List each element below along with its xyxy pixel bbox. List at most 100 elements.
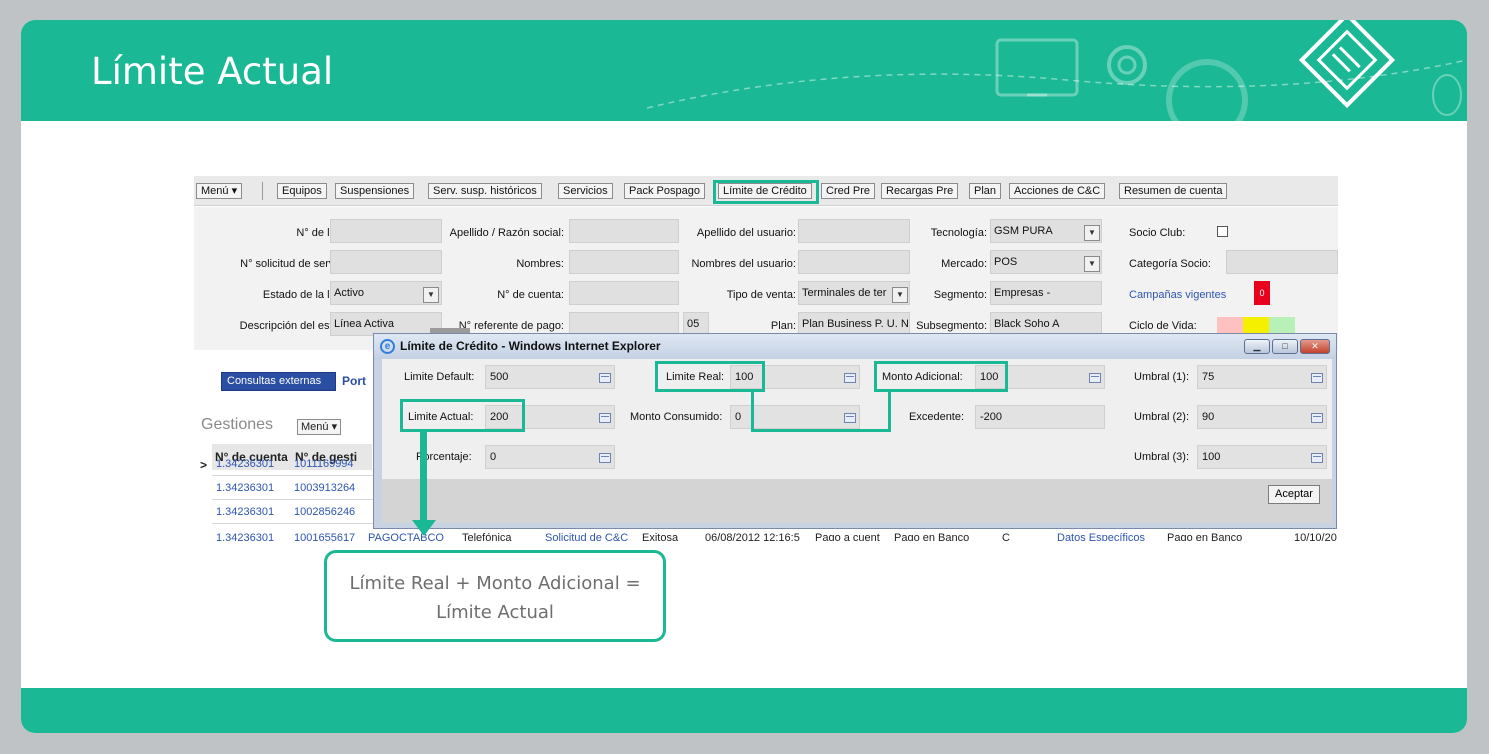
tab-plan[interactable]: Plan bbox=[969, 183, 1002, 199]
nro-cuenta-field[interactable] bbox=[569, 281, 679, 305]
formula-callout: Límite Real + Monto Adicional = Límite A… bbox=[324, 550, 666, 642]
connector-line bbox=[888, 390, 891, 432]
mercado-label: Mercado: bbox=[941, 258, 987, 270]
ciclo-vida-red bbox=[1217, 317, 1243, 333]
socio-club-label: Socio Club: bbox=[1129, 227, 1186, 239]
categoria-socio-label: Categoría Socio: bbox=[1129, 258, 1211, 270]
cell-estado: Exitosa bbox=[642, 532, 679, 541]
plan-label: Plan: bbox=[770, 320, 796, 332]
tab-acciones-cc[interactable]: Acciones de C&C bbox=[1009, 183, 1106, 199]
connector-line bbox=[751, 429, 891, 432]
umbral1-field[interactable]: 75 bbox=[1197, 365, 1327, 389]
tab-equipos[interactable]: Equipos bbox=[277, 183, 327, 199]
cell-c: C bbox=[1002, 532, 1010, 541]
nro-solicitud-field[interactable] bbox=[330, 250, 442, 274]
monto-consumido-label: Monto Consumido: bbox=[630, 411, 723, 423]
dialog-title: Límite de Crédito - Windows Internet Exp… bbox=[400, 339, 661, 353]
tab-recargas-pre[interactable]: Recargas Pre bbox=[881, 183, 959, 199]
tab-resumen-de-cuenta[interactable]: Resumen de cuenta bbox=[1119, 183, 1228, 199]
table-row[interactable]: 1.34236301 1011169994 bbox=[212, 452, 382, 476]
cell-gestion[interactable]: 1002856246 bbox=[294, 500, 355, 524]
row-pointer-icon: > bbox=[200, 458, 208, 472]
tipo-venta-label: Tipo de venta: bbox=[726, 289, 796, 301]
tab-serv-susp-historicos[interactable]: Serv. susp. históricos bbox=[428, 183, 542, 199]
cell-cuenta[interactable]: 1.34236301 bbox=[216, 500, 274, 524]
table-row[interactable]: 1.34236301 1002856246 bbox=[212, 500, 382, 524]
chevron-down-icon[interactable]: ▼ bbox=[1084, 256, 1100, 272]
page-title: Límite Actual bbox=[91, 50, 334, 93]
dialog-title-bar: e Límite de Crédito - Windows Internet E… bbox=[374, 334, 1336, 359]
umbral2-field[interactable]: 90 bbox=[1197, 405, 1327, 429]
calculator-icon[interactable] bbox=[599, 373, 611, 383]
excedente-label: Excedente: bbox=[909, 411, 965, 423]
campanas-vigentes-link[interactable]: Campañas vigentes bbox=[1129, 289, 1226, 301]
umbral1-label: Umbral (1): bbox=[1134, 371, 1190, 383]
excedente-field[interactable]: -200 bbox=[975, 405, 1105, 429]
tab-pack-pospago[interactable]: Pack Pospago bbox=[624, 183, 705, 199]
socio-club-checkbox[interactable] bbox=[1217, 226, 1228, 237]
tab-servicios[interactable]: Servicios bbox=[558, 183, 613, 199]
nro-linea-field[interactable] bbox=[330, 219, 442, 243]
categoria-socio-field[interactable] bbox=[1226, 250, 1338, 274]
ie-logo-icon: e bbox=[380, 339, 395, 354]
cell-gestion[interactable]: 1001655617 bbox=[294, 528, 355, 541]
cell-solicitud[interactable]: Solicitud de C&C bbox=[545, 528, 628, 541]
cell-empresa: Telefónica bbox=[462, 532, 512, 541]
accept-button[interactable]: Aceptar bbox=[1268, 485, 1320, 504]
nro-cuenta-label: N° de cuenta: bbox=[497, 289, 564, 301]
nombres-label: Nombres: bbox=[516, 258, 564, 270]
calculator-icon[interactable] bbox=[844, 413, 856, 423]
cell-fecha2: 10/10/20 bbox=[1294, 532, 1337, 541]
cell-cuenta[interactable]: 1.34236301 bbox=[216, 476, 274, 500]
highlight-limite-de-credito-tab bbox=[713, 180, 819, 204]
calculator-icon[interactable] bbox=[599, 413, 611, 423]
calculator-icon[interactable] bbox=[1089, 373, 1101, 383]
header-decoration-icon bbox=[647, 20, 1467, 121]
subsegmento-label: Subsegmento: bbox=[916, 320, 987, 332]
porcentaje-field[interactable]: 0 bbox=[485, 445, 615, 469]
calculator-icon[interactable] bbox=[844, 373, 856, 383]
ciclo-vida-label: Ciclo de Vida: bbox=[1129, 320, 1197, 332]
gestiones-menu-button[interactable]: Menú ▾ bbox=[297, 419, 342, 435]
close-icon[interactable]: ✕ bbox=[1300, 339, 1330, 354]
tab-consultas-externas[interactable]: Consultas externas bbox=[221, 372, 336, 391]
calculator-icon[interactable] bbox=[1311, 373, 1323, 383]
cell-detalle: Pago en Banco bbox=[894, 532, 970, 541]
calculator-icon[interactable] bbox=[599, 453, 611, 463]
highlight-monto-adicional bbox=[874, 361, 1008, 392]
tab-cred-pre[interactable]: Cred Pre bbox=[821, 183, 876, 199]
gestiones-title: Gestiones bbox=[201, 416, 274, 433]
apellido-field[interactable] bbox=[569, 219, 679, 243]
apellido-label: Apellido / Razón social: bbox=[449, 227, 564, 239]
tab-suspensiones[interactable]: Suspensiones bbox=[335, 183, 415, 199]
cell-cuenta[interactable]: 1.34236301 bbox=[216, 452, 274, 476]
limite-default-field[interactable]: 500 bbox=[485, 365, 615, 389]
chevron-down-icon[interactable]: ▼ bbox=[1084, 225, 1100, 241]
slide-footer bbox=[21, 688, 1467, 733]
cell-gestion[interactable]: 1003913264 bbox=[294, 476, 355, 500]
arrow-down-icon bbox=[412, 430, 436, 536]
calculator-icon[interactable] bbox=[1311, 413, 1323, 423]
table-row[interactable]: 1.34236301 1003913264 bbox=[212, 476, 382, 500]
umbral2-label: Umbral (2): bbox=[1134, 411, 1190, 423]
minimize-icon[interactable]: ▁ bbox=[1244, 339, 1270, 354]
calculator-icon[interactable] bbox=[1311, 453, 1323, 463]
ciclo-vida-green bbox=[1269, 317, 1295, 333]
cell-gestion[interactable]: 1011169994 bbox=[294, 452, 354, 476]
maximize-icon[interactable]: □ bbox=[1272, 339, 1298, 354]
menu-button[interactable]: Menú ▾ bbox=[196, 183, 243, 199]
nombres-usuario-label: Nombres del usuario: bbox=[691, 258, 796, 270]
cell-datos-especificos[interactable]: Datos Específicos bbox=[1057, 528, 1145, 541]
table-row[interactable]: 1.34236301 1001655617 PAGOCTABCO Telefón… bbox=[212, 528, 1338, 541]
umbral3-field[interactable]: 100 bbox=[1197, 445, 1327, 469]
segmento-field[interactable]: Empresas - bbox=[990, 281, 1102, 305]
monto-consumido-field[interactable]: 0 bbox=[730, 405, 860, 429]
toolbar-separator bbox=[262, 182, 263, 200]
cell-cuenta[interactable]: 1.34236301 bbox=[216, 528, 274, 541]
apellido-usuario-label: Apellido del usuario: bbox=[696, 227, 796, 239]
nombres-field[interactable] bbox=[569, 250, 679, 274]
tab-port[interactable]: Port bbox=[342, 374, 366, 388]
slide-header: Límite Actual bbox=[21, 20, 1467, 121]
highlight-limite-actual bbox=[400, 399, 525, 432]
segmento-label: Segmento: bbox=[933, 289, 987, 301]
